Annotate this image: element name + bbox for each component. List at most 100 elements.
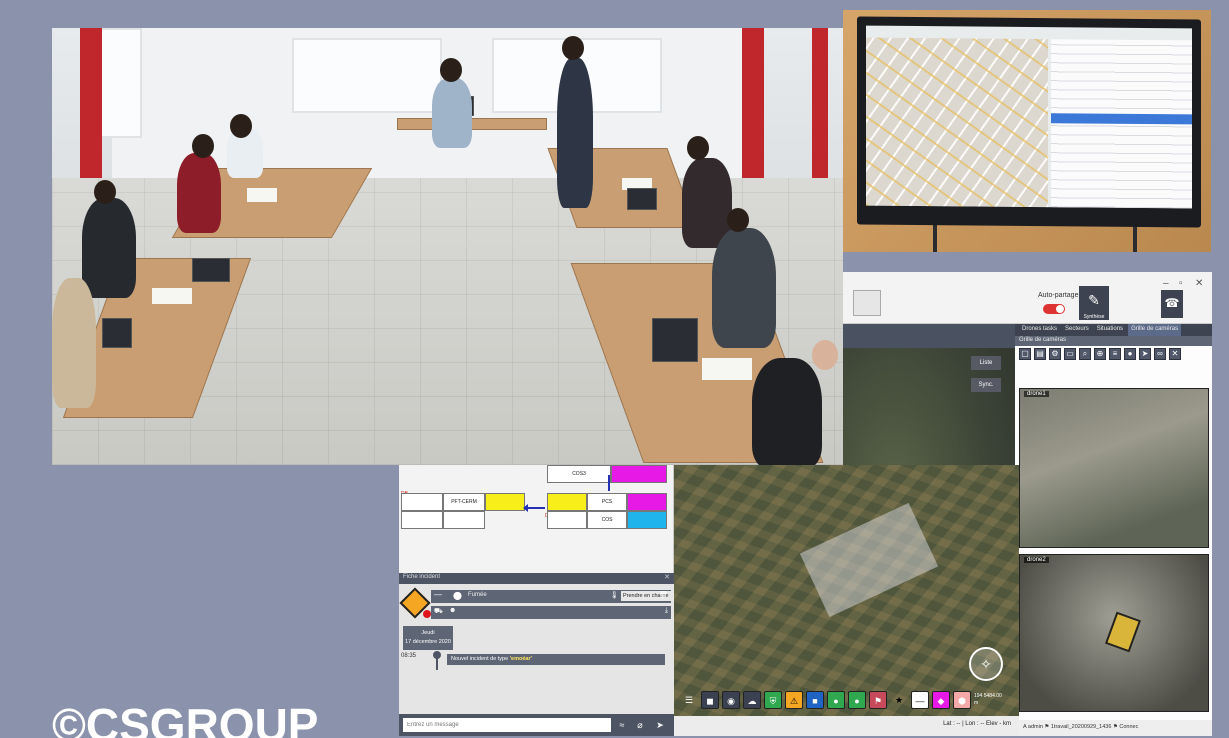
- arrow-vertical: [608, 475, 610, 491]
- tab-situations[interactable]: Situations: [1094, 324, 1126, 336]
- laptop: [627, 188, 657, 210]
- coords-display: 194 5484.00 m: [974, 693, 1002, 706]
- trash-icon[interactable]: 🗑: [659, 591, 668, 599]
- incident-ticket: — ⬤ Fumée 🌡 Prendre en charge 🗑 ⛟ ☻ ⤓ Je…: [399, 584, 679, 736]
- incident-ui-screenshot: COS3 DB PFT-CERM PCS DB COS Fiche incide…: [399, 465, 1019, 736]
- shield-icon[interactable]: ⛨: [764, 691, 782, 709]
- message-input-bar: ≈ ⌀ ➤: [399, 714, 674, 736]
- circle-green-2-icon[interactable]: ●: [848, 691, 866, 709]
- star-icon[interactable]: ★: [890, 691, 908, 709]
- layers-icon[interactable]: ≡: [1109, 348, 1121, 360]
- diagram-box-cos: COS: [587, 511, 627, 529]
- diagram-box-pcs: PCS: [587, 493, 627, 511]
- camera-icon[interactable]: ◼: [701, 691, 719, 709]
- minimize-button[interactable]: –: [1163, 278, 1169, 289]
- message-time: 08:35: [401, 653, 417, 659]
- camera-feed-1[interactable]: drone1: [1019, 388, 1209, 548]
- diagram-box: [401, 493, 443, 511]
- laptop: [652, 318, 698, 362]
- person: [82, 198, 136, 298]
- person-head: [440, 58, 462, 82]
- incident-type-field[interactable]: Fumée: [465, 591, 605, 601]
- zoom-icon[interactable]: ⊕: [1094, 348, 1106, 360]
- folder-icon[interactable]: ▭: [1064, 348, 1076, 360]
- watermark: ©CSGROUP: [52, 699, 319, 738]
- map-toolbar: ☰ ◼ ◉ ☁ ⛨ ⚠ ■ ● ● ⚑ ★ — ◆ ⬢ 194 5484.00 …: [674, 687, 1019, 713]
- window: [292, 38, 442, 113]
- equalizer-icon[interactable]: ☰: [680, 691, 698, 709]
- cloud-icon[interactable]: ☁: [743, 691, 761, 709]
- camera-toolbar: ▢ ▤ ⚙ ▭ ⌕ ⊕ ≡ ● ➤ ∞ ✕: [1019, 348, 1209, 382]
- grid-1-icon[interactable]: ▢: [1019, 348, 1031, 360]
- edit-button[interactable]: ✎ Synthèse: [1079, 286, 1109, 320]
- alert-dot: [423, 610, 431, 618]
- incident-resources-row: ⛟ ☻ ⤓: [431, 606, 671, 619]
- camera-feed-2[interactable]: drone2: [1019, 554, 1209, 712]
- search-icon[interactable]: ⌕: [1079, 348, 1091, 360]
- close-icon[interactable]: ✕: [1169, 348, 1181, 360]
- diamond-icon[interactable]: ◆: [932, 691, 950, 709]
- tab-drones-tasks[interactable]: Drones tasks: [1019, 324, 1060, 336]
- easel-leg: [933, 224, 937, 252]
- pencil-icon: ✎: [1088, 292, 1100, 308]
- person-head: [230, 114, 252, 138]
- square-icon[interactable]: ■: [806, 691, 824, 709]
- table: [397, 118, 547, 130]
- take-charge-button[interactable]: Prendre en charge: [621, 591, 679, 601]
- compass-icon[interactable]: ✧: [969, 647, 1003, 681]
- attach-icon[interactable]: ⌀: [633, 718, 647, 732]
- screen-bezel: [857, 16, 1201, 228]
- maximize-button[interactable]: ▫: [1179, 278, 1183, 289]
- collapse-icon[interactable]: —: [434, 590, 442, 599]
- grid-2-icon[interactable]: ▤: [1034, 348, 1046, 360]
- voice-icon[interactable]: ≈: [615, 718, 629, 732]
- camera-label: drone2: [1024, 557, 1049, 563]
- auto-partage-toggle[interactable]: [1043, 304, 1065, 314]
- map-header: [843, 324, 1015, 348]
- paper: [702, 358, 752, 380]
- app-topbar: – ▫ ✕ Auto-partage ✎ Synthèse ☎: [843, 272, 1212, 324]
- download-icon[interactable]: ⤓: [665, 607, 668, 615]
- edit-button-caption: Synthèse: [1083, 314, 1105, 320]
- settings-icon[interactable]: ⚙: [1049, 348, 1061, 360]
- tab-secteurs[interactable]: Secteurs: [1062, 324, 1092, 336]
- message-input[interactable]: [403, 718, 611, 732]
- truck-icon[interactable]: ⛟: [434, 607, 443, 616]
- line-icon[interactable]: —: [911, 691, 929, 709]
- link-icon[interactable]: ∞: [1154, 348, 1166, 360]
- circle-green-icon[interactable]: ●: [827, 691, 845, 709]
- tab-grille-cameras[interactable]: Grille de caméras: [1128, 324, 1182, 336]
- easel-leg: [1133, 224, 1137, 252]
- person: [752, 358, 822, 465]
- location-pin-icon: ⬤: [453, 591, 462, 600]
- incident-panel-header: Fiche incident ✕: [399, 573, 674, 584]
- person-head: [687, 136, 709, 160]
- sync-button[interactable]: Sync.: [971, 378, 1001, 392]
- warning-icon[interactable]: ⚠: [785, 691, 803, 709]
- send-icon[interactable]: ➤: [653, 718, 667, 732]
- arrow-horizontal: [523, 504, 545, 512]
- incident-type-row: — ⬤ Fumée 🌡 Prendre en charge 🗑: [431, 590, 679, 603]
- diagram-box-top: COS3: [547, 465, 611, 483]
- tab-bar: Drones tasks Secteurs Situations Grille …: [1015, 324, 1212, 336]
- street-map: [866, 37, 1048, 208]
- pointer-icon[interactable]: ➤: [1139, 348, 1151, 360]
- diagram-box-color: [485, 493, 525, 511]
- eye-icon[interactable]: ◉: [722, 691, 740, 709]
- date-full: 17 décembre 2020: [405, 639, 451, 645]
- message-bubble: Nouvel incident de type 'emoéar': [447, 654, 665, 665]
- list-button[interactable]: Liste: [971, 356, 1001, 370]
- camera-label: drone1: [1024, 391, 1049, 397]
- group-icon[interactable]: ☻: [449, 607, 456, 614]
- pin-icon[interactable]: ●: [1124, 348, 1136, 360]
- diagram-box-color: [627, 493, 667, 511]
- phone-button[interactable]: ☎: [1161, 290, 1183, 318]
- polygon-icon[interactable]: ⬢: [953, 691, 971, 709]
- monitor-icon[interactable]: [853, 290, 881, 316]
- flag-icon[interactable]: ⚑: [869, 691, 887, 709]
- close-icon[interactable]: ✕: [664, 573, 670, 581]
- close-button[interactable]: ✕: [1195, 278, 1203, 289]
- date-badge: Jeudi 17 décembre 2020: [403, 626, 453, 650]
- phone-icon: ☎: [1164, 296, 1180, 310]
- paper: [152, 288, 192, 304]
